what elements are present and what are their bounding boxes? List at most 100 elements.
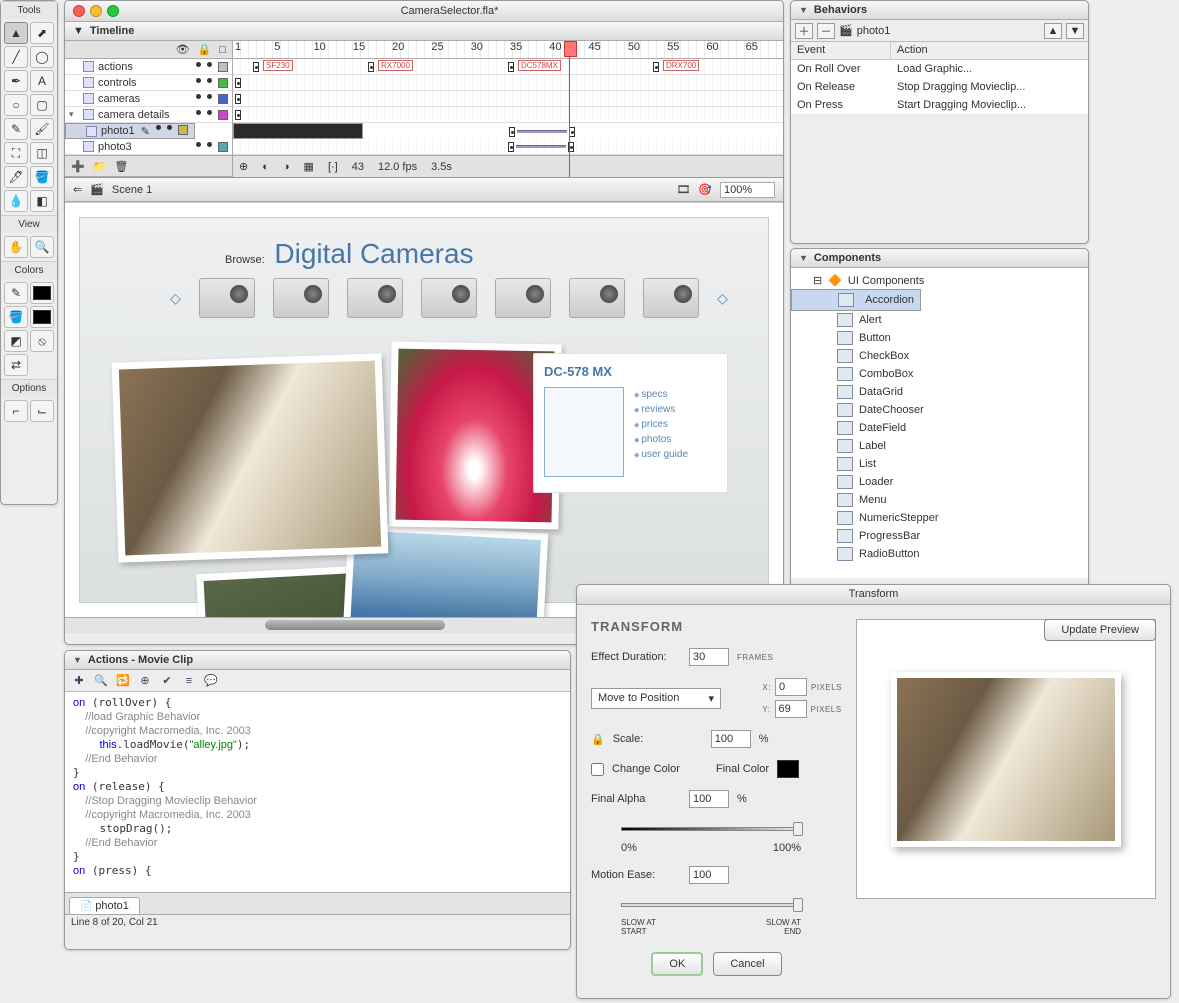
component-item[interactable]: Loader [791, 473, 1088, 491]
change-color-checkbox[interactable] [591, 763, 604, 776]
code-editor[interactable]: on (rollOver) { //load Graphic Behavior … [65, 692, 570, 892]
frame-track[interactable]: SF230RX7000DC578MXDRX700 [233, 59, 783, 75]
camera-thumb[interactable] [347, 278, 403, 318]
paint-bucket-icon[interactable]: 🪣 [30, 166, 54, 188]
x-field[interactable] [775, 678, 807, 696]
add-script-icon[interactable]: ✚ [71, 673, 87, 689]
dialog-titlebar[interactable]: Transform [577, 585, 1170, 605]
edit-scene-icon[interactable]: 🎞 [676, 183, 690, 196]
oval-tool-icon[interactable]: ○ [4, 94, 28, 116]
zoom-tool-icon[interactable]: 🔍 [30, 236, 54, 258]
frame-track[interactable] [233, 107, 783, 123]
camera-thumb[interactable] [569, 278, 625, 318]
delete-layer-icon[interactable]: 🗑 [114, 160, 128, 173]
collapse-icon[interactable]: ▼ [799, 253, 808, 263]
component-item[interactable]: Label [791, 437, 1088, 455]
next-arrow-icon[interactable]: ◇ [717, 290, 728, 307]
frame-ruler[interactable]: 15101520253035404550556065 [233, 41, 783, 59]
auto-format-icon[interactable]: ≡ [181, 673, 197, 689]
close-window-icon[interactable] [73, 5, 85, 17]
back-icon[interactable]: ⇐ [73, 183, 82, 196]
behavior-row[interactable]: On ReleaseStop Dragging Movieclip... [791, 78, 1088, 96]
camera-thumb[interactable] [199, 278, 255, 318]
collapse-icon[interactable]: ▼ [73, 25, 84, 37]
behavior-row[interactable]: On Roll OverLoad Graphic... [791, 60, 1088, 78]
zoom-window-icon[interactable] [107, 5, 119, 17]
target-icon[interactable]: ⊕ [137, 673, 153, 689]
layer-row[interactable]: photo1✎ [65, 123, 195, 139]
fill-swatch[interactable] [30, 306, 54, 328]
layer-row[interactable]: ▾camera details [65, 107, 232, 123]
eyedropper-icon[interactable]: 💧 [4, 190, 28, 212]
code-hint-icon[interactable]: 💬 [203, 673, 219, 689]
move-down-icon[interactable]: ▼ [1066, 23, 1084, 39]
modify-markers-icon[interactable]: [·] [328, 161, 338, 173]
hand-tool-icon[interactable]: ✋ [4, 236, 28, 258]
eye-icon[interactable]: 👁 [176, 43, 190, 56]
pencil-tool-icon[interactable]: ✎ [4, 118, 28, 140]
zoom-field[interactable] [720, 182, 775, 198]
component-item[interactable]: NumericStepper [791, 509, 1088, 527]
final-color-swatch[interactable] [777, 760, 799, 778]
camera-thumb[interactable] [495, 278, 551, 318]
replace-icon[interactable]: 🔁 [115, 673, 131, 689]
subselection-tool-icon[interactable]: ⬈ [30, 22, 54, 44]
add-guide-icon[interactable]: 📁 [93, 160, 107, 173]
y-field[interactable] [775, 700, 807, 718]
camera-thumb[interactable] [421, 278, 477, 318]
frame-track[interactable] [233, 91, 783, 107]
component-item[interactable]: ProgressBar [791, 527, 1088, 545]
frames-column[interactable]: 15101520253035404550556065 SF230RX7000DC… [233, 41, 783, 177]
component-item[interactable]: DateChooser [791, 401, 1088, 419]
pen-tool-icon[interactable]: ✒ [4, 70, 28, 92]
cancel-button[interactable]: Cancel [713, 952, 781, 976]
layer-row[interactable]: actions [65, 59, 232, 75]
layer-row[interactable]: controls [65, 75, 232, 91]
component-item[interactable]: Button [791, 329, 1088, 347]
swap-colors-icon[interactable]: ⇄ [4, 354, 28, 376]
add-layer-icon[interactable]: ➕ [71, 160, 85, 173]
scale-field[interactable] [711, 730, 751, 748]
edit-multi-icon[interactable]: ▦ [304, 160, 314, 173]
ease-field[interactable] [689, 866, 729, 884]
outline-icon[interactable]: □ [219, 44, 226, 56]
behavior-row[interactable]: On PressStart Dragging Movieclip... [791, 96, 1088, 114]
ok-button[interactable]: OK [651, 952, 703, 976]
onion-skin-icon[interactable]: ◐ [262, 161, 269, 173]
update-preview-button[interactable]: Update Preview [1044, 619, 1156, 641]
option-2-icon[interactable]: ⌙ [30, 400, 54, 422]
tree-folder[interactable]: ⊟🔶UI Components [791, 272, 1088, 289]
rectangle-tool-icon[interactable]: ▢ [30, 94, 54, 116]
default-colors-icon[interactable]: ◩ [4, 330, 28, 352]
collapse-icon[interactable]: ▼ [73, 655, 82, 665]
free-transform-icon[interactable]: ⛶ [4, 142, 28, 164]
lasso-tool-icon[interactable]: ◯ [30, 46, 54, 68]
component-item[interactable]: DataGrid [791, 383, 1088, 401]
scene-name[interactable]: Scene 1 [112, 184, 152, 196]
find-icon[interactable]: 🔍 [93, 673, 109, 689]
playhead[interactable] [569, 41, 570, 177]
component-item[interactable]: Accordion [791, 289, 921, 311]
center-frame-icon[interactable]: ⊕ [239, 160, 248, 173]
camera-thumb[interactable] [643, 278, 699, 318]
prev-arrow-icon[interactable]: ◇ [170, 290, 181, 307]
remove-behavior-icon[interactable]: － [817, 23, 835, 39]
onion-outline-icon[interactable]: ◑ [283, 161, 290, 173]
edit-symbol-icon[interactable]: 🎯 [698, 183, 712, 196]
brush-tool-icon[interactable]: 🖌 [30, 118, 54, 140]
selection-tool-icon[interactable]: ▲ [4, 22, 28, 44]
final-alpha-field[interactable] [689, 790, 729, 808]
fill-color-icon[interactable]: 🪣 [4, 306, 28, 328]
ink-bottle-icon[interactable]: 🖋 [4, 166, 28, 188]
script-tab[interactable]: 📄 photo1 [69, 897, 140, 914]
layer-row[interactable]: cameras [65, 91, 232, 107]
move-up-icon[interactable]: ▲ [1044, 23, 1062, 39]
text-tool-icon[interactable]: A [30, 70, 54, 92]
add-behavior-icon[interactable]: ＋ [795, 23, 813, 39]
collapse-icon[interactable]: ▼ [799, 5, 808, 15]
lock-scale-icon[interactable]: 🔒 [591, 733, 605, 746]
lock-icon[interactable]: 🔒 [198, 43, 212, 56]
ease-slider[interactable] [621, 896, 801, 914]
stroke-color-icon[interactable]: ✎ [4, 282, 28, 304]
eraser-icon[interactable]: ◧ [30, 190, 54, 212]
